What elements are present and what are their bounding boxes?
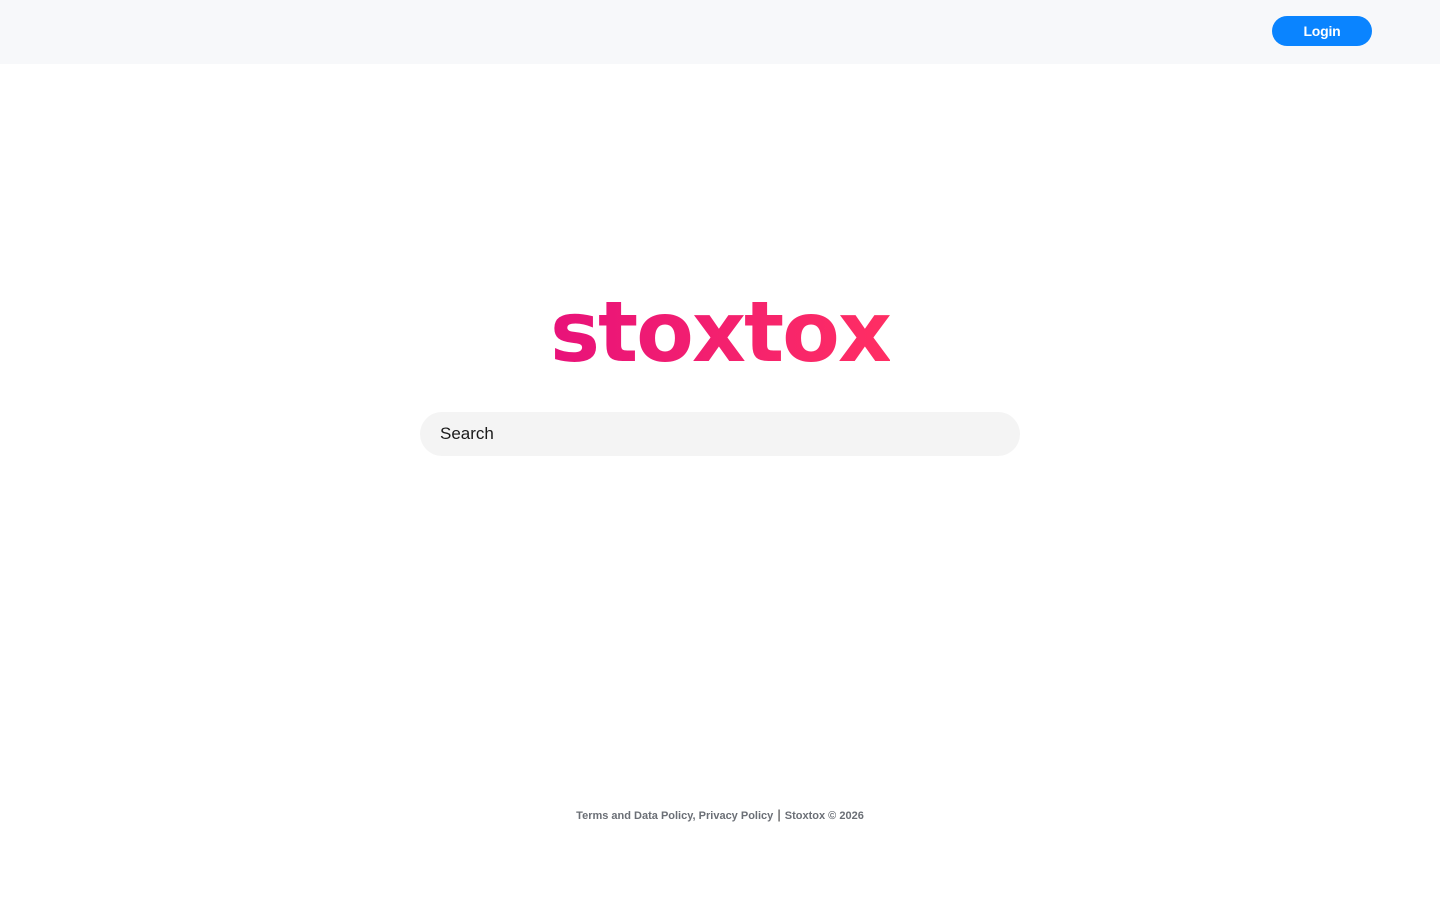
top-bar: Login bbox=[0, 0, 1440, 64]
brand-logo: stoxtox bbox=[0, 282, 1440, 382]
logo-text: stoxtox bbox=[549, 283, 892, 381]
footer-comma: , bbox=[692, 810, 696, 822]
login-button[interactable]: Login bbox=[1272, 16, 1372, 46]
search-input[interactable] bbox=[420, 412, 1020, 456]
footer: Terms and Data Policy, Privacy Policy | … bbox=[0, 807, 1440, 822]
terms-link[interactable]: Terms and Data Policy bbox=[576, 810, 692, 822]
footer-separator: | bbox=[777, 807, 781, 822]
copyright-text: Stoxtox © 2026 bbox=[784, 810, 864, 822]
privacy-link[interactable]: Privacy Policy bbox=[699, 810, 774, 822]
